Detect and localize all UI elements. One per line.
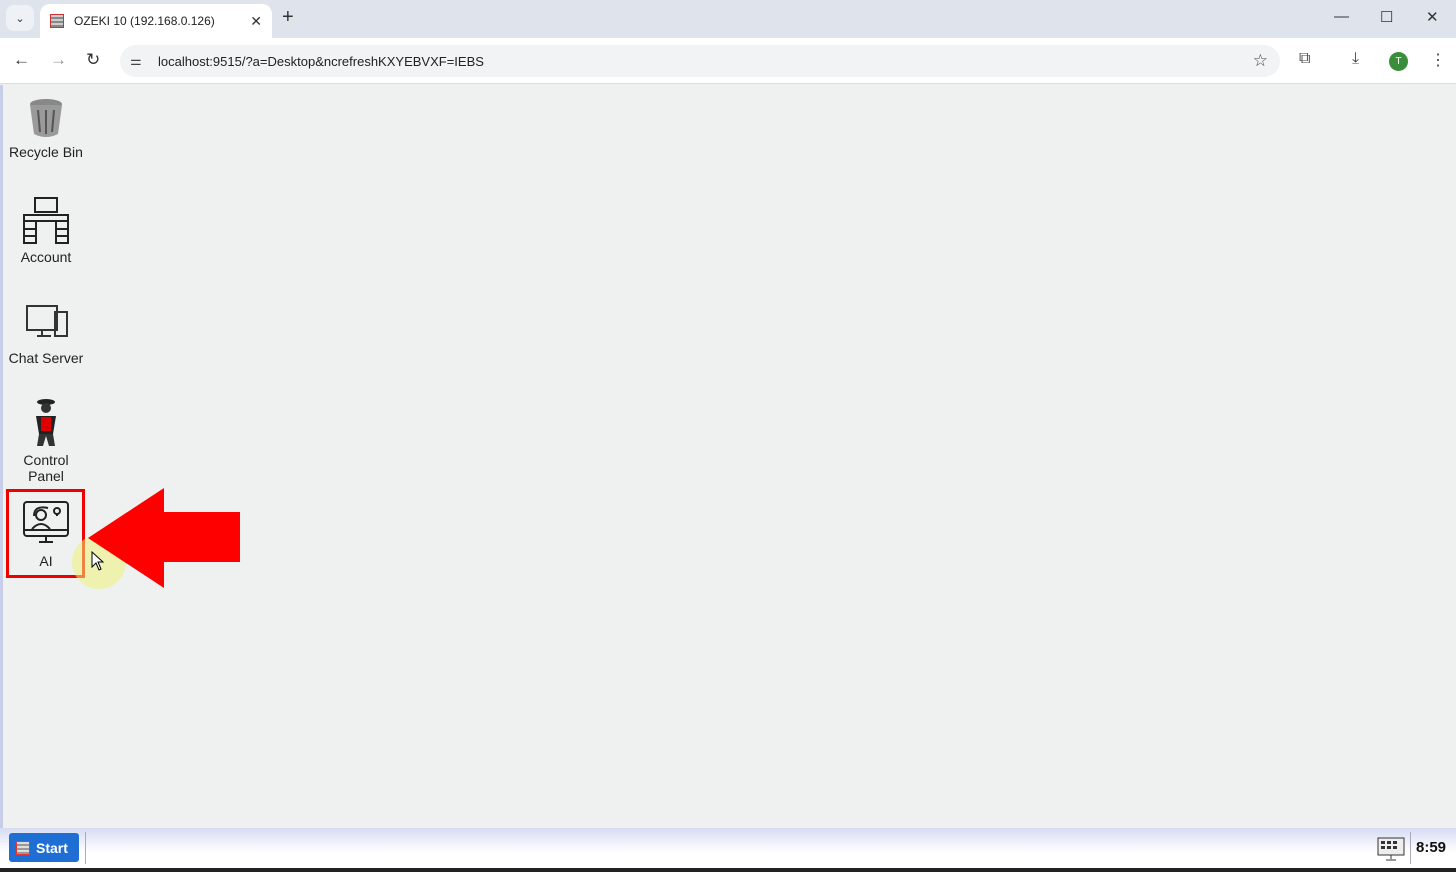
icon-label: Account — [20, 249, 72, 265]
chat-server-icon — [26, 305, 68, 337]
desktop-icon-chat-server[interactable]: Chat Server — [6, 300, 86, 366]
bookmark-star-icon[interactable]: ☆ — [1253, 51, 1268, 71]
tab-search-button[interactable]: ⌄ — [6, 5, 34, 31]
reload-button[interactable]: ↻ — [86, 50, 100, 70]
new-tab-button[interactable]: + — [282, 6, 294, 29]
desktop-icon-recycle-bin[interactable]: Recycle Bin — [6, 96, 86, 160]
ozeki-logo-icon — [16, 840, 30, 855]
divider — [1410, 832, 1411, 864]
icon-label: Control Panel — [23, 452, 69, 484]
divider — [85, 832, 86, 864]
recycle-bin-icon — [30, 99, 62, 137]
account-desk-icon — [23, 197, 69, 244]
start-button[interactable]: Start — [9, 833, 79, 862]
url-text[interactable]: localhost:9515/?a=Desktop&ncrefreshKXYEB… — [158, 54, 484, 69]
forward-button[interactable]: → — [50, 50, 67, 70]
browser-toolbar: ← → ↻ ⚌ localhost:9515/?a=Desktop&ncrefr… — [0, 38, 1456, 84]
icon-label: Chat Server — [8, 350, 84, 366]
close-window-button[interactable]: ✕ — [1426, 8, 1439, 26]
on-screen-keyboard-icon[interactable] — [1377, 837, 1405, 861]
start-label: Start — [36, 839, 68, 856]
desktop-icon-account[interactable]: Account — [6, 195, 86, 265]
back-button[interactable]: ← — [13, 50, 30, 70]
tab-title: OZEKI 10 (192.168.0.126) — [74, 14, 215, 28]
site-settings-icon[interactable]: ⚌ — [130, 53, 150, 69]
browser-tab[interactable]: OZEKI 10 (192.168.0.126) ✕ — [40, 4, 272, 38]
download-icon[interactable]: ⤓ — [1352, 50, 1359, 68]
control-panel-icon — [36, 399, 56, 446]
desktop-icon-control-panel[interactable]: Control Panel — [6, 398, 86, 484]
mouse-cursor-icon — [91, 551, 105, 571]
clock: 8:59 — [1416, 839, 1447, 856]
taskbar: Start 8:59 — [0, 828, 1456, 868]
close-tab-icon[interactable]: ✕ — [250, 13, 262, 30]
screen-edge — [0, 868, 1456, 872]
extensions-icon[interactable]: ⧉ — [1299, 50, 1310, 68]
menu-icon[interactable]: ⋮ — [1430, 50, 1446, 70]
minimize-button[interactable]: — — [1334, 8, 1349, 25]
maximize-button[interactable]: ☐ — [1380, 8, 1393, 26]
ozeki-favicon-icon — [50, 14, 64, 28]
icon-label: Recycle Bin — [9, 144, 83, 160]
tab-strip: ⌄ OZEKI 10 (192.168.0.126) ✕ + — ☐ ✕ — [0, 0, 1456, 38]
desktop — [0, 85, 1456, 830]
address-bar[interactable]: ⚌ localhost:9515/?a=Desktop&ncrefreshKXY… — [120, 45, 1280, 77]
red-arrow-annotation — [88, 488, 240, 588]
profile-avatar[interactable]: T — [1389, 52, 1408, 71]
